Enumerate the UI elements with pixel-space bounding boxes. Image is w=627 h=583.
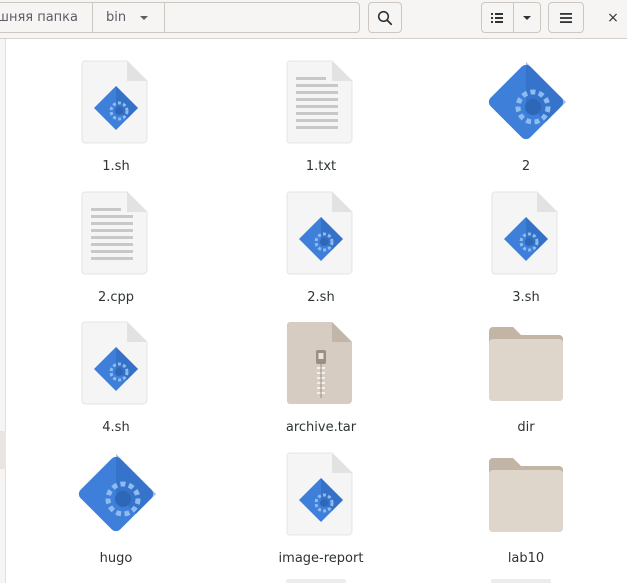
view-switcher bbox=[481, 2, 541, 33]
file-name: 2 bbox=[521, 159, 531, 174]
breadcrumb-current[interactable]: bin bbox=[93, 3, 165, 32]
close-icon: × bbox=[607, 10, 619, 26]
script-icon bbox=[451, 187, 601, 279]
partial-file-icon bbox=[491, 579, 551, 583]
script-icon bbox=[41, 56, 191, 148]
file-name: 2.cpp bbox=[97, 290, 135, 305]
sidebar-edge bbox=[0, 39, 6, 583]
breadcrumb-current-label: bin bbox=[106, 10, 127, 25]
file-name: hugo bbox=[99, 551, 133, 566]
text-file-icon bbox=[41, 187, 191, 279]
file-name: 2.sh bbox=[307, 290, 335, 305]
breadcrumb: шняя папка bin bbox=[0, 2, 360, 33]
sidebar-scroll-marker bbox=[0, 431, 6, 469]
breadcrumb-parent-label: шняя папка bbox=[0, 10, 78, 25]
file-name: 3.sh bbox=[512, 290, 540, 305]
archive-icon bbox=[246, 317, 396, 409]
partial-file-icon bbox=[286, 579, 346, 583]
list-view-icon bbox=[491, 12, 504, 23]
script-icon bbox=[246, 187, 396, 279]
executable-icon bbox=[41, 448, 191, 540]
folder-icon bbox=[451, 317, 601, 409]
folder-icon bbox=[451, 448, 601, 540]
breadcrumb-parent[interactable]: шняя папка bbox=[0, 3, 93, 32]
list-view-button[interactable] bbox=[482, 3, 514, 32]
file-name: 1.sh bbox=[102, 159, 130, 174]
executable-icon bbox=[451, 56, 601, 148]
chevron-down-icon bbox=[140, 15, 149, 20]
view-options-button[interactable] bbox=[514, 3, 540, 32]
file-name: archive.tar bbox=[285, 420, 357, 435]
text-file-icon bbox=[246, 56, 396, 148]
file-name: lab10 bbox=[507, 551, 545, 566]
script-icon bbox=[246, 448, 396, 540]
file-grid: 1.sh 1.txt 2 2.cpp 2.sh 3.sh 4.sh archiv… bbox=[7, 39, 627, 583]
close-button[interactable]: × bbox=[601, 6, 625, 30]
chevron-down-icon bbox=[522, 15, 531, 20]
main-menu-button[interactable] bbox=[548, 2, 584, 33]
search-button[interactable] bbox=[368, 2, 402, 33]
header-bar: шняя папка bin × bbox=[0, 0, 627, 39]
file-name: 1.txt bbox=[305, 159, 337, 174]
script-icon bbox=[41, 317, 191, 409]
file-name: dir bbox=[517, 420, 535, 435]
search-icon bbox=[377, 10, 393, 25]
hamburger-menu-icon bbox=[560, 12, 572, 23]
file-name: 4.sh bbox=[102, 420, 130, 435]
file-name: image-report bbox=[278, 551, 364, 566]
